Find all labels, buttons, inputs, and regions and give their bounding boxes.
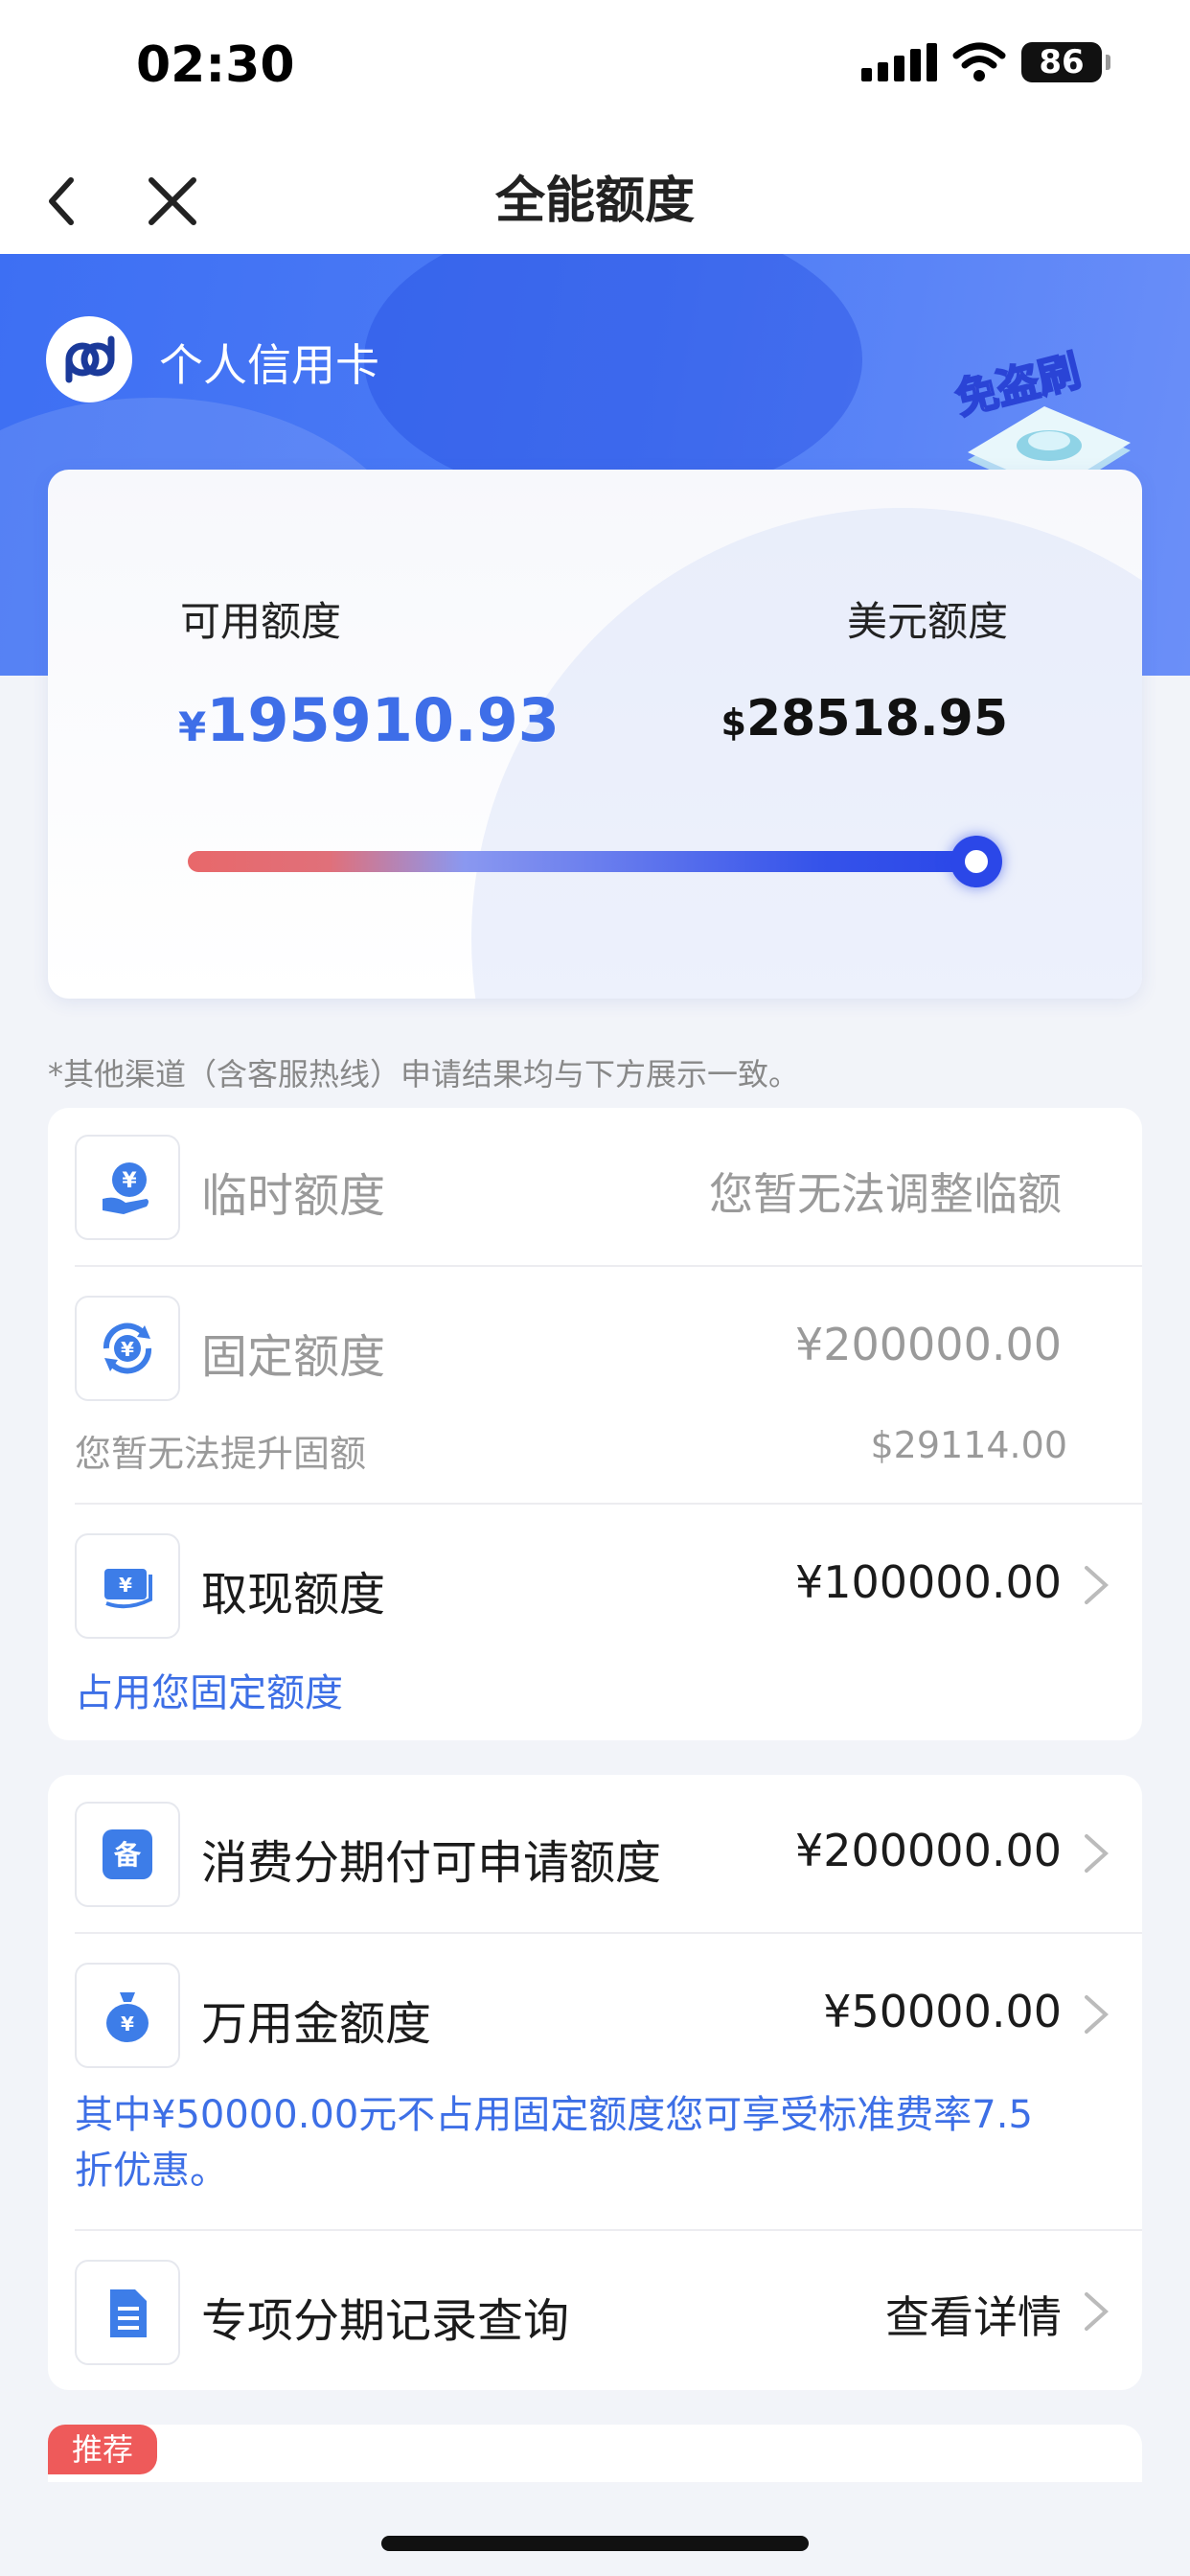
battery-icon: 86: [1021, 42, 1110, 82]
svg-text:备: 备: [113, 1839, 142, 1871]
wanyong-note: 其中¥50000.00元不占用固定额度您可享受标准费率7.5折优惠。: [75, 2093, 1033, 2193]
special-installment-title: 专项分期记录查询: [201, 2294, 570, 2348]
cash-limit-row[interactable]: ¥ 取现额度 ¥100000.00: [75, 1533, 1142, 1639]
limit-progress-knob: [950, 836, 1002, 887]
status-icons: 86: [861, 42, 1110, 82]
chevron-right-icon: [1085, 2292, 1109, 2331]
nav-bar: 全能额度: [0, 144, 1190, 254]
card-name: 个人信用卡: [159, 339, 379, 391]
status-bar: 02:30 86: [0, 0, 1190, 144]
notice-text: *其他渠道（含客服热线）申请结果均与下方展示一致。: [48, 1056, 800, 1092]
svg-text:¥: ¥: [121, 1338, 134, 1361]
hand-yuan-icon: ¥: [75, 1135, 180, 1240]
temp-limit-title: 临时额度: [201, 1169, 386, 1223]
special-installment-row[interactable]: 专项分期记录查询 查看详情: [75, 2260, 1142, 2365]
temp-limit-value: 您暂无法调整临额: [709, 1168, 1062, 1220]
cash-limit-sub: 占用您固定额度: [75, 1671, 343, 1715]
svg-text:¥: ¥: [121, 2012, 134, 2036]
cash-note-icon: ¥: [75, 1533, 180, 1639]
wanyong-value: ¥50000.00: [823, 1986, 1062, 2037]
available-limit-amount: ¥195910.93: [178, 685, 560, 755]
wifi-icon: [952, 42, 1006, 81]
usd-limit-label: 美元额度: [846, 598, 1008, 645]
fixed-limit-row: ¥ 固定额度 ¥200000.00: [75, 1296, 1142, 1401]
fixed-limit-sub: 您暂无法提升固额: [75, 1433, 367, 1475]
chevron-right-icon: [1085, 1566, 1109, 1604]
svg-text:¥: ¥: [122, 1169, 137, 1193]
available-limit-label: 可用额度: [180, 598, 342, 645]
limit-progress-bar: [188, 851, 977, 872]
installment-value: ¥200000.00: [794, 1825, 1062, 1876]
wanyong-title: 万用金额度: [201, 1997, 432, 2051]
home-indicator[interactable]: [381, 2536, 809, 2551]
recommend-tag: 推荐: [48, 2425, 157, 2474]
limits-panel: ¥ 临时额度 您暂无法调整临额 ¥ 固定额度 ¥200000.00 您暂无法提升…: [48, 1108, 1142, 1740]
installment-icon: 备: [75, 1802, 180, 1907]
view-details-link[interactable]: 查看详情: [885, 2283, 1062, 2346]
signal-icon: [861, 43, 937, 81]
installment-title: 消费分期付可申请额度: [201, 1836, 662, 1890]
installment-panel: 备 消费分期付可申请额度 ¥200000.00 ¥ 万用金额度 ¥50000.0…: [48, 1775, 1142, 2390]
badge-text: 免盗刷: [950, 347, 1085, 425]
cash-limit-value: ¥100000.00: [794, 1556, 1062, 1608]
fixed-limit-usd: $29114.00: [870, 1424, 1068, 1466]
chevron-right-icon: [1085, 1995, 1109, 2034]
svg-text:¥: ¥: [119, 1574, 132, 1597]
money-bag-icon: ¥: [75, 1963, 180, 2068]
fixed-limit-value: ¥200000.00: [794, 1319, 1062, 1370]
page-title: 全能额度: [494, 172, 695, 230]
installment-row[interactable]: 备 消费分期付可申请额度 ¥200000.00: [75, 1802, 1142, 1907]
bank-logo-icon: [46, 316, 132, 402]
limit-card: 可用额度 美元额度 ¥195910.93 $28518.95: [48, 470, 1142, 999]
status-time: 02:30: [136, 36, 295, 94]
chevron-right-icon: [1085, 1834, 1109, 1873]
document-icon: [75, 2260, 180, 2365]
usd-limit-amount: $28518.95: [721, 690, 1008, 748]
temp-limit-row: ¥ 临时额度 您暂无法调整临额: [75, 1135, 1142, 1240]
fixed-limit-title: 固定额度: [201, 1330, 386, 1384]
refresh-yuan-icon: ¥: [75, 1296, 180, 1401]
wanyong-row[interactable]: ¥ 万用金额度 ¥50000.00: [75, 1963, 1142, 2068]
cash-limit-title: 取现额度: [201, 1568, 386, 1622]
